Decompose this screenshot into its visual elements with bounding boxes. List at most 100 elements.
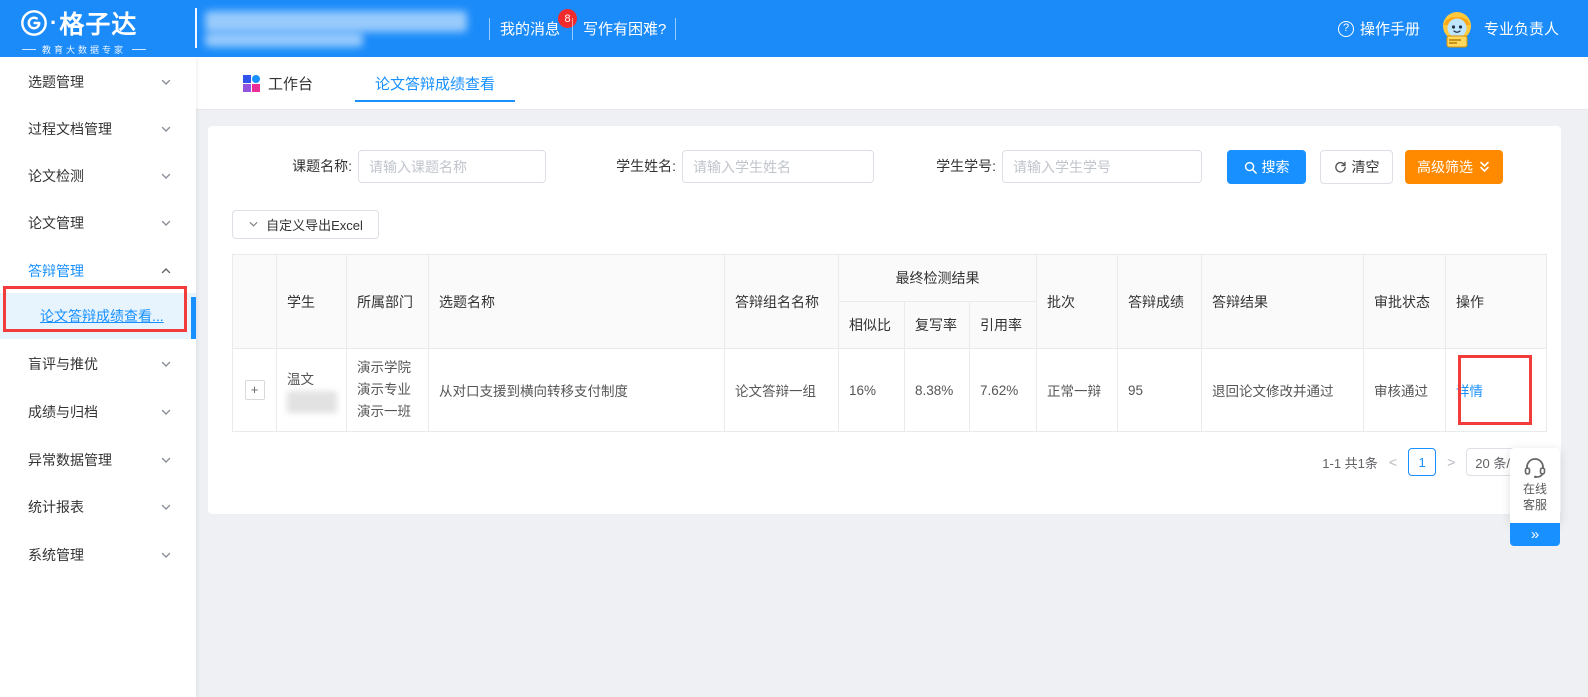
chevron-down-icon: [160, 549, 172, 561]
header-separator: [489, 18, 490, 40]
student-name-input[interactable]: [682, 150, 874, 183]
cell-similarity: 16%: [839, 349, 905, 432]
sidebar-item-label: 异常数据管理: [28, 450, 112, 470]
manual-label: 操作手册: [1360, 18, 1420, 39]
sidebar-item-label: 盲评与推优: [28, 354, 98, 374]
col-citation-rate: 引用率: [970, 302, 1037, 349]
advanced-filter-button[interactable]: 高级筛选: [1405, 150, 1503, 184]
writing-help-label: 写作有困难?: [583, 18, 666, 39]
sidebar-item-system-management[interactable]: 系统管理: [0, 532, 196, 578]
my-messages-label: 我的消息: [500, 18, 560, 39]
col-topic: 选题名称: [429, 255, 725, 349]
customer-service-widget[interactable]: 在线 客服: [1510, 448, 1560, 523]
detail-link[interactable]: 详情: [1456, 384, 1483, 399]
col-defense-group: 答辩组名名称: [725, 255, 839, 349]
results-table: 学生 所属部门 选题名称 答辩组名名称 最终检测结果 批次 答辩成绩 答辩结果 …: [232, 254, 1546, 432]
app-header: · 格子达 教育大数据专家 我的消息 8 写作有困难? ? 操作手册 专业负责人: [0, 0, 1588, 57]
active-item-indicator: [191, 297, 196, 339]
user-avatar[interactable]: [1438, 10, 1476, 48]
sidebar-item-abnormal-data[interactable]: 异常数据管理: [0, 437, 196, 483]
service-label-line1: 在线: [1523, 481, 1547, 497]
cell-defense-score: 95: [1118, 349, 1202, 432]
sidebar-item-label: 答辩管理: [28, 261, 84, 281]
col-student: 学生: [277, 255, 347, 349]
col-batch: 批次: [1037, 255, 1118, 349]
cell-defense-group: 论文答辩一组: [725, 349, 839, 432]
censored-school-name-line2: [205, 33, 363, 47]
col-expand: [233, 255, 277, 349]
department-line: 演示一班: [357, 401, 418, 423]
chevron-down-icon: [160, 501, 172, 513]
censored-student-info: [287, 391, 337, 413]
chevron-down-icon: [160, 454, 172, 466]
table-row: + 温文 演示学院 演示专业 演示一班 从对口支援到横向转移支付制度 论文答辩一…: [233, 349, 1547, 432]
messages-count-badge: 8: [558, 9, 577, 28]
cell-defense-result: 退回论文修改并通过: [1202, 349, 1364, 432]
student-id-input[interactable]: [1002, 150, 1202, 183]
censored-school-name: [205, 11, 467, 32]
col-defense-result: 答辩结果: [1202, 255, 1364, 349]
sidebar-item-process-docs[interactable]: 过程文档管理: [0, 106, 196, 152]
tab-workbench[interactable]: 工作台: [243, 57, 313, 109]
export-excel-button[interactable]: 自定义导出Excel: [232, 210, 379, 239]
department-line: 演示学院: [357, 357, 418, 379]
manual-link[interactable]: ? 操作手册: [1338, 0, 1420, 57]
sidebar-item-label: 成绩与归档: [28, 402, 98, 422]
student-id-label: 学生学号:: [930, 150, 996, 183]
col-group-final-check: 最终检测结果: [839, 255, 1037, 302]
my-messages-link[interactable]: 我的消息 8: [500, 0, 560, 57]
chevron-up-icon: [160, 265, 172, 277]
search-button[interactable]: 搜索: [1227, 150, 1306, 184]
sidebar-item-blind-review[interactable]: 盲评与推优: [0, 341, 196, 387]
prev-page-button[interactable]: <: [1387, 454, 1399, 470]
cell-student: 温文: [277, 349, 347, 432]
refresh-icon: [1334, 161, 1347, 174]
brand-logo: · 格子达 教育大数据专家: [20, 5, 190, 56]
sidebar-item-label: 论文检测: [28, 166, 84, 186]
advanced-filter-label: 高级筛选: [1417, 157, 1473, 177]
sidebar-item-label: 论文管理: [28, 213, 84, 233]
brand-g-icon: [20, 9, 48, 37]
sidebar-item-paper-management[interactable]: 论文管理: [0, 200, 196, 246]
header-separator: [675, 18, 676, 40]
sidebar-item-label: 过程文档管理: [28, 119, 112, 139]
col-department: 所属部门: [347, 255, 429, 349]
sidebar-item-topic-management[interactable]: 选题管理: [0, 59, 196, 105]
double-chevron-down-icon: [1478, 160, 1491, 174]
row-expand-button[interactable]: +: [245, 380, 265, 400]
cell-department: 演示学院 演示专业 演示一班: [347, 349, 429, 432]
next-page-button[interactable]: >: [1445, 454, 1457, 470]
service-expand-button[interactable]: »: [1510, 523, 1560, 546]
search-button-label: 搜索: [1262, 157, 1290, 177]
headset-icon: [1523, 456, 1547, 478]
cell-batch: 正常一辩: [1037, 349, 1118, 432]
sidebar-item-grades-archive[interactable]: 成绩与归档: [0, 389, 196, 435]
clear-button[interactable]: 清空: [1320, 150, 1393, 184]
service-label-line2: 客服: [1523, 497, 1547, 513]
cell-citation-rate: 7.62%: [970, 349, 1037, 432]
chevron-down-icon: [248, 219, 259, 230]
col-similarity: 相似比: [839, 302, 905, 349]
chevron-down-icon: [160, 123, 172, 135]
col-copy-rate: 复写率: [905, 302, 970, 349]
sidebar-item-defense-management[interactable]: 答辩管理: [0, 248, 196, 294]
sidebar-subitem-defense-score-view[interactable]: 论文答辩成绩查看...: [0, 293, 196, 339]
chevron-down-icon: [160, 76, 172, 88]
topic-name-input[interactable]: [358, 150, 546, 183]
sidebar-item-label: 系统管理: [28, 545, 84, 565]
user-role[interactable]: 专业负责人: [1484, 0, 1559, 57]
active-tab-underline: [355, 100, 515, 102]
chevron-down-icon: [160, 170, 172, 182]
col-action: 操作: [1446, 255, 1547, 349]
chevron-down-icon: [160, 406, 172, 418]
writing-help-link[interactable]: 写作有困难?: [583, 0, 666, 57]
sidebar-item-paper-check[interactable]: 论文检测: [0, 153, 196, 199]
brand-dot: ·: [50, 10, 57, 36]
sidebar-item-statistics[interactable]: 统计报表: [0, 484, 196, 530]
department-line: 演示专业: [357, 379, 418, 401]
col-approval-status: 审批状态: [1364, 255, 1446, 349]
page-number-button[interactable]: 1: [1408, 448, 1436, 476]
header-separator: [572, 18, 573, 40]
sidebar-nav: 选题管理 过程文档管理 论文检测 论文管理 答辩管理 论文答辩成绩查看... 盲…: [0, 57, 196, 697]
chevron-down-icon: [160, 358, 172, 370]
